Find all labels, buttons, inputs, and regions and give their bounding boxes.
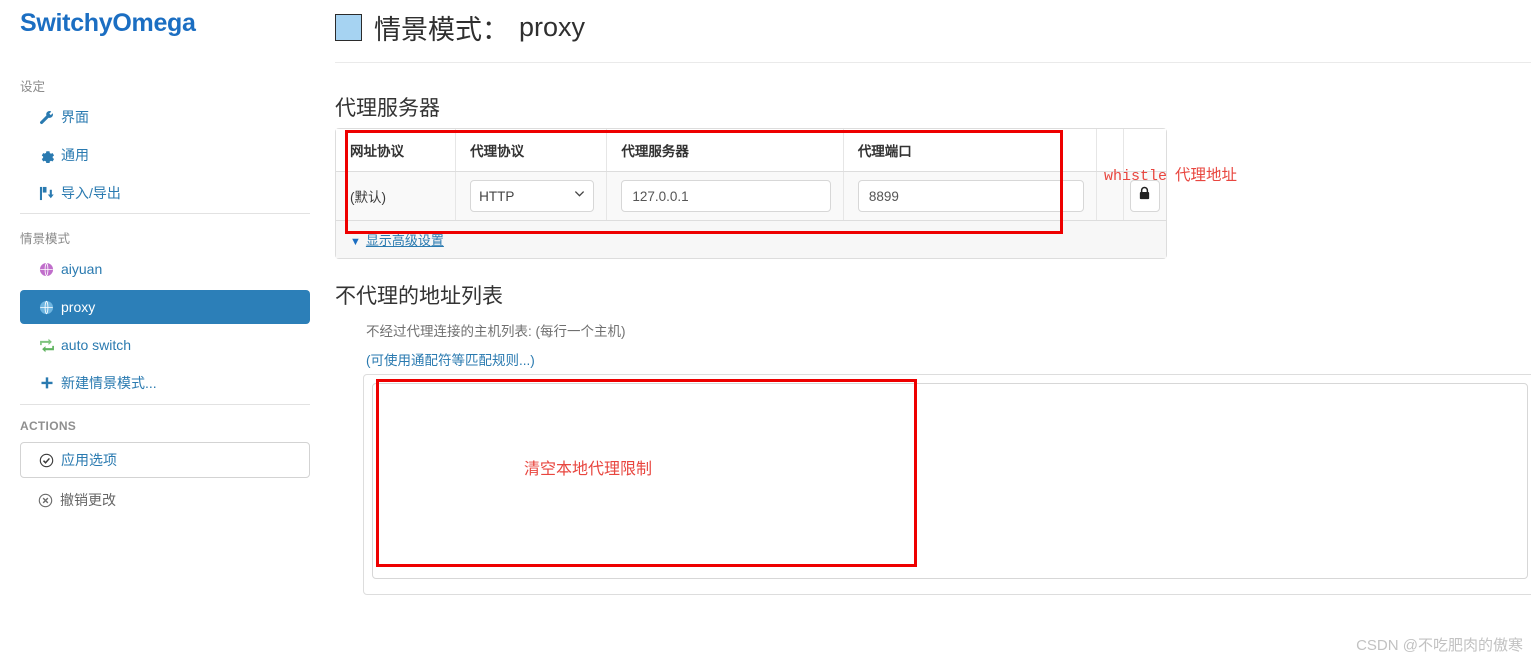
- sidebar-divider-2: [20, 404, 310, 405]
- import-export-icon: [38, 185, 55, 201]
- column-header-server: 代理服务器: [606, 129, 844, 172]
- bypass-list-panel: [363, 374, 1531, 595]
- cell-server: [606, 171, 844, 221]
- proxy-servers-panel: 网址协议 代理协议 代理服务器 代理端口 (默认) HTTP 127.0.0.1…: [335, 128, 1167, 259]
- proxy-servers-heading: 代理服务器: [335, 97, 440, 120]
- table-header-row: 网址协议 代理协议 代理服务器 代理端口: [336, 129, 1166, 172]
- title-divider: [335, 62, 1531, 63]
- wildcard-rules-link[interactable]: (可使用通配符等匹配规则...): [366, 349, 535, 369]
- sidebar-item-label: aiyuan: [61, 261, 103, 277]
- globe-icon: [38, 261, 55, 277]
- sidebar-section-settings-label: 设定: [20, 80, 46, 94]
- proxy-protocol-select[interactable]: HTTP HTTPS SOCKS4 SOCKS5 DIRECT: [470, 180, 595, 212]
- show-advanced-settings-link[interactable]: 显示高级设置: [366, 233, 444, 248]
- annotation-clear-local-proxy: 清空本地代理限制: [524, 461, 653, 478]
- gear-icon: [38, 147, 55, 163]
- profile-color-swatch: [335, 14, 362, 41]
- lock-icon: [1138, 186, 1151, 206]
- wrench-icon: [38, 109, 55, 125]
- sidebar-item-profile-auto-switch[interactable]: auto switch: [20, 328, 310, 362]
- app-brand: SwitchyOmega: [20, 9, 196, 37]
- proxy-server-input[interactable]: [621, 180, 831, 212]
- sidebar-item-general[interactable]: 通用: [20, 138, 310, 172]
- app-root: SwitchyOmega 设定 界面 通用 导入/导出 情景模式 aiyuan …: [0, 0, 1531, 663]
- sidebar-section-actions-label: ACTIONS: [20, 419, 77, 433]
- sidebar-divider-1: [20, 213, 310, 214]
- plus-icon: [38, 375, 55, 391]
- cell-protocol: HTTP HTTPS SOCKS4 SOCKS5 DIRECT: [455, 171, 608, 221]
- sidebar-item-profile-proxy[interactable]: proxy: [20, 290, 310, 324]
- cell-scheme: (默认): [336, 171, 457, 221]
- bypass-list-heading: 不代理的地址列表: [335, 285, 503, 308]
- annotation-whistle-cn: 代理地址: [1175, 167, 1238, 184]
- bypass-list-textarea[interactable]: [372, 383, 1528, 579]
- annotation-whistle-latin: whistle: [1104, 168, 1168, 185]
- page-title-prefix: 情景模式：: [374, 15, 509, 45]
- check-circle-icon: [39, 453, 54, 468]
- sidebar-item-new-profile[interactable]: 新建情景模式...: [20, 366, 310, 400]
- apply-options-label: 应用选项: [61, 452, 117, 468]
- sidebar-item-label: auto switch: [61, 337, 132, 353]
- sidebar-item-interface[interactable]: 界面: [20, 100, 310, 134]
- sidebar-item-label: proxy: [61, 299, 96, 315]
- swap-icon: [38, 337, 55, 353]
- bypass-help-text: 不经过代理连接的主机列表: (每行一个主机): [366, 324, 626, 339]
- proxy-servers-table: 网址协议 代理协议 代理服务器 代理端口 (默认) HTTP 127.0.0.1…: [336, 129, 1166, 221]
- scheme-value: (默认): [350, 189, 386, 205]
- chevron-down-icon: ▼: [350, 236, 361, 248]
- column-header-scheme: 网址协议: [336, 129, 457, 172]
- annotation-whistle-address: whistle 代理地址: [1104, 163, 1237, 185]
- cell-port: [843, 171, 1097, 221]
- sidebar: SwitchyOmega 设定 界面 通用 导入/导出 情景模式 aiyuan …: [0, 0, 330, 663]
- apply-options-button[interactable]: 应用选项: [20, 442, 310, 478]
- page-title-profile-name: proxy: [519, 12, 586, 42]
- sidebar-section-profiles-label: 情景模式: [20, 232, 71, 246]
- table-row: (默认) HTTP HTTPS SOCKS4 SOCKS5 DIRECT: [336, 171, 1166, 221]
- column-header-port: 代理端口: [843, 129, 1097, 172]
- sidebar-item-import-export[interactable]: 导入/导出: [20, 176, 310, 210]
- sidebar-item-label: 新建情景模式...: [61, 375, 157, 391]
- sidebar-item-label: 导入/导出: [61, 185, 121, 201]
- close-circle-icon: [38, 493, 53, 508]
- sidebar-item-label: 通用: [61, 147, 89, 163]
- main-content: 情景模式： proxy 代理服务器 网址协议 代理协议 代理服务器 代理端口 (…: [330, 0, 1531, 663]
- page-title: 情景模式： proxy: [335, 8, 585, 47]
- proxy-port-input[interactable]: [857, 180, 1084, 212]
- revert-changes-label: 撤销更改: [60, 492, 116, 508]
- column-header-protocol: 代理协议: [455, 129, 608, 172]
- globe-icon: [38, 299, 55, 315]
- sidebar-item-label: 界面: [61, 109, 89, 125]
- watermark: CSDN @不吃肥肉的傲寒: [1356, 637, 1523, 654]
- advanced-settings-footer: ▼ 显示高级设置: [336, 221, 1166, 258]
- sidebar-item-profile-aiyuan[interactable]: aiyuan: [20, 252, 310, 286]
- revert-changes-button[interactable]: 撤销更改: [20, 487, 310, 513]
